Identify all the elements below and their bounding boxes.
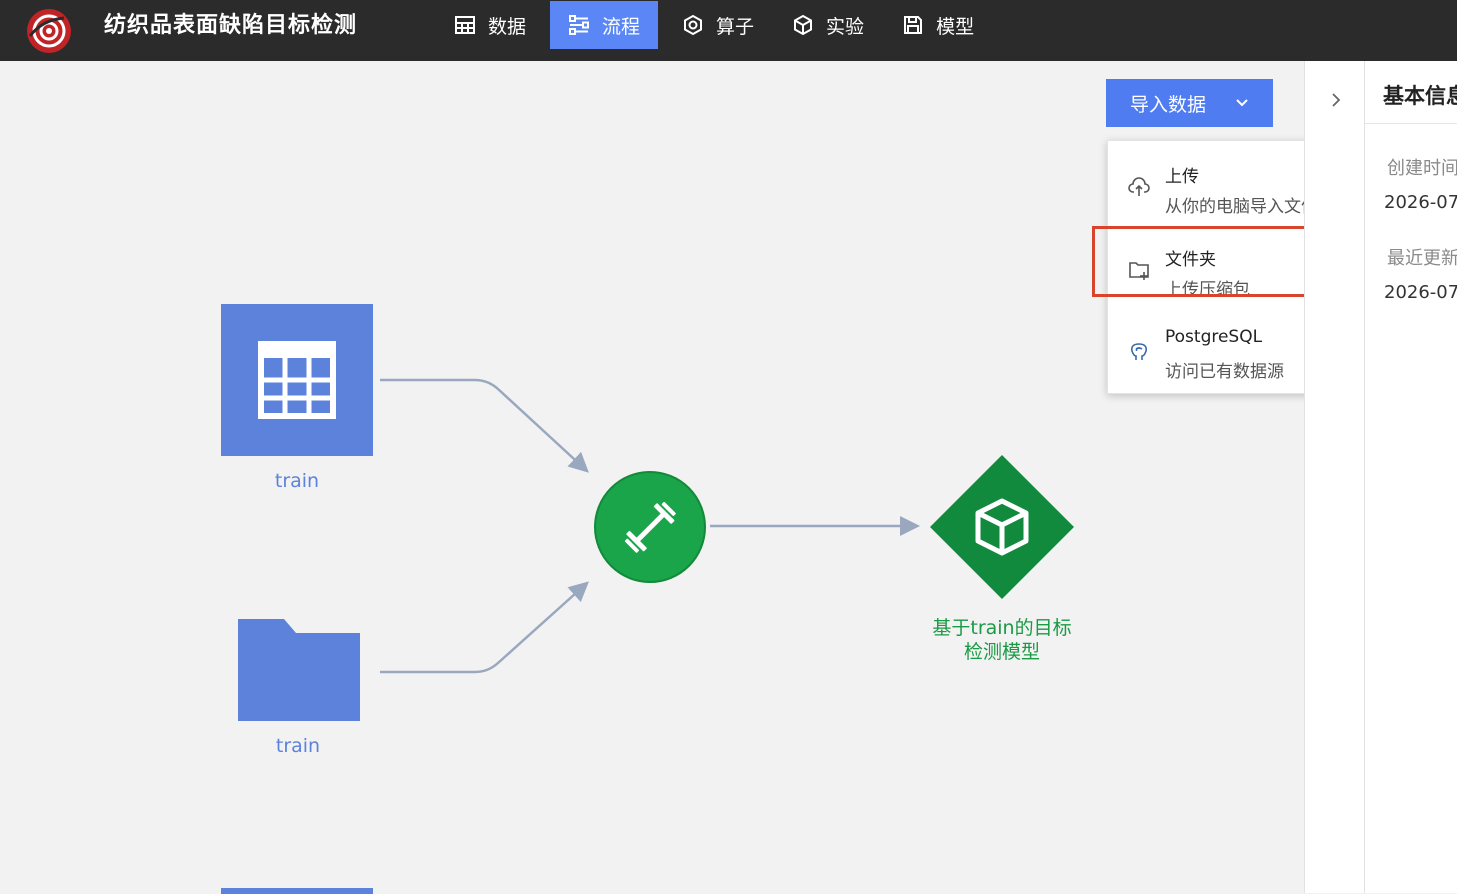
edge-table-to-train[interactable] <box>380 378 589 473</box>
postgresql-icon <box>1130 343 1148 360</box>
save-icon <box>904 16 923 34</box>
flow-icon <box>569 15 590 35</box>
nav-operator[interactable]: 算子 <box>668 1 768 49</box>
info-panel: 基本信息 创建时间 2026-07 最近更新 2026-07 <box>1365 61 1457 893</box>
nav-model[interactable]: 模型 <box>888 1 988 49</box>
dataset-folder-label: train <box>275 735 321 757</box>
nav-flow[interactable]: 流程 <box>550 1 659 49</box>
model-node-label-line1: 基于train的目标 <box>932 617 1072 639</box>
menu-item-upload-title: 上传 <box>1165 167 1199 187</box>
updated-time-value: 2026-07 <box>1384 282 1457 303</box>
train-operator-node[interactable] <box>594 471 706 583</box>
nav-operator-label: 算子 <box>716 15 755 38</box>
model-node[interactable] <box>928 453 1076 601</box>
info-panel-divider <box>1365 123 1457 124</box>
created-time-value: 2026-07 <box>1384 192 1457 213</box>
dataset-table-node[interactable] <box>221 304 373 456</box>
cloud-upload-icon <box>1128 177 1150 196</box>
chevron-down-icon <box>1236 99 1248 107</box>
dumbbell-icon <box>624 501 676 553</box>
cube-icon <box>794 14 813 36</box>
dataset-node-partial[interactable] <box>221 888 373 894</box>
app-title: 纺织品表面缺陷目标检测 <box>104 13 358 38</box>
table-icon <box>455 16 475 34</box>
dataset-table-label: train <box>274 470 320 492</box>
nav-data[interactable]: 数据 <box>440 1 540 49</box>
hexagon-icon <box>684 14 703 36</box>
top-bar: 纺织品表面缺陷目标检测 数据 流程 算子 实验 模型 <box>0 0 1457 61</box>
main-nav: 数据 流程 算子 实验 模型 <box>440 0 998 50</box>
nav-flow-label: 流程 <box>602 15 641 38</box>
menu-item-postgresql-subtitle: 访问已有数据源 <box>1165 362 1284 382</box>
menu-item-postgresql-title: PostgreSQL <box>1165 327 1263 347</box>
app-logo-icon[interactable] <box>24 6 74 56</box>
nav-model-label: 模型 <box>936 15 975 38</box>
table-grid-icon <box>258 341 336 419</box>
model-node-label: 基于train的目标 检测模型 <box>912 616 1092 664</box>
panel-toggle[interactable] <box>1304 61 1365 893</box>
import-data-button[interactable]: 导入数据 <box>1106 79 1273 127</box>
menu-item-upload-subtitle: 从你的电脑导入文件 <box>1165 197 1318 217</box>
nav-experiment[interactable]: 实验 <box>778 1 878 49</box>
nav-experiment-label: 实验 <box>826 15 865 38</box>
import-data-label: 导入数据 <box>1130 93 1207 116</box>
folder-icon[interactable] <box>236 617 362 723</box>
menu-item-folder-title: 文件夹 <box>1165 250 1216 270</box>
created-time-label: 创建时间 <box>1387 158 1457 179</box>
folder-add-icon <box>1129 262 1149 280</box>
info-panel-title: 基本信息 <box>1383 84 1457 108</box>
chevron-right-icon <box>1332 93 1341 107</box>
menu-item-folder-subtitle: 上传压缩包 <box>1165 280 1250 300</box>
model-node-label-line2: 检测模型 <box>963 641 1040 663</box>
edge-folder-to-train[interactable] <box>380 581 589 674</box>
nav-data-label: 数据 <box>488 15 527 38</box>
updated-time-label: 最近更新 <box>1387 248 1457 269</box>
